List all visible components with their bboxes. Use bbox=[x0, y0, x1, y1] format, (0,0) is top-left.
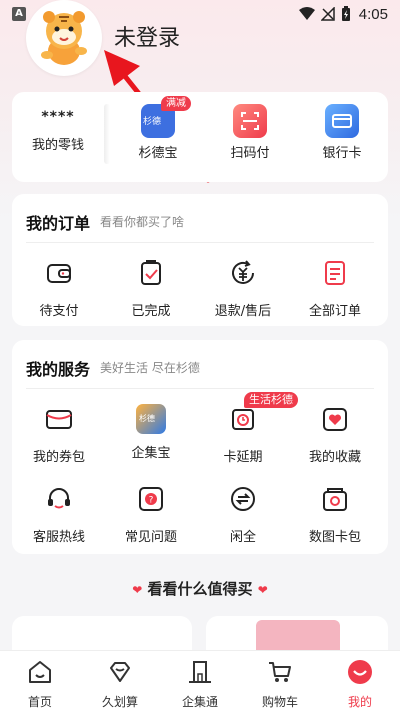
heart-left-icon: ❤ bbox=[132, 583, 143, 597]
document-list-icon bbox=[325, 261, 345, 285]
signal-off-icon bbox=[320, 7, 335, 21]
wallet-card: **** 我的零钱 杉德 满减 杉德宝 扫码付 银行卡 bbox=[12, 92, 388, 182]
tab-label: 久划算 bbox=[101, 695, 138, 709]
heart-right-icon: ❤ bbox=[257, 583, 268, 597]
tab-cart[interactable]: 购物车 bbox=[240, 651, 320, 710]
heart-icon bbox=[323, 408, 347, 431]
clock: 4:05 bbox=[358, 5, 388, 23]
order-item-label: 退款/售后 bbox=[214, 304, 272, 319]
refund-icon bbox=[232, 260, 254, 284]
divider bbox=[104, 104, 110, 164]
tab-qijitong[interactable]: 企集通 bbox=[160, 651, 240, 710]
wallet-item-label: 杉德宝 bbox=[138, 146, 178, 161]
order-item-label: 已完成 bbox=[131, 304, 171, 319]
clipboard-check-icon bbox=[141, 260, 161, 285]
wallet-item-bank-card[interactable]: 银行卡 bbox=[298, 104, 386, 161]
shandebao-icon-text: 杉德 bbox=[143, 117, 162, 127]
service-coupon[interactable]: 我的券包 bbox=[16, 404, 102, 465]
services-card: 我的服务 美好生活 尽在杉德 我的券包 杉德 企集宝 生活杉德 卡延期 我的收藏… bbox=[12, 340, 388, 554]
wallet-icon bbox=[47, 264, 71, 283]
wallet-item-label: 扫码付 bbox=[230, 146, 270, 161]
service-hotline[interactable]: 客服热线 bbox=[16, 484, 102, 545]
wifi-icon bbox=[298, 7, 315, 20]
card-wallet-icon bbox=[323, 488, 347, 511]
wallet-item-label: 我的零钱 bbox=[31, 138, 84, 153]
order-item-label: 全部订单 bbox=[308, 304, 361, 319]
bottom-tab-bar: 首页 久划算 企集通 购物车 我的 bbox=[0, 650, 400, 710]
notification-icon: A bbox=[12, 7, 26, 21]
wallet-item-scan-pay[interactable]: 扫码付 bbox=[206, 104, 294, 161]
service-item-label: 数图卡包 bbox=[308, 530, 361, 545]
order-completed[interactable]: 已完成 bbox=[108, 258, 194, 319]
diamond-icon bbox=[110, 662, 130, 682]
service-qijibao[interactable]: 杉德 企集宝 bbox=[108, 404, 194, 461]
service-item-label: 卡延期 bbox=[223, 450, 263, 465]
profile-icon bbox=[348, 660, 372, 684]
promo-badge: 生活杉德 bbox=[244, 392, 298, 408]
building-icon bbox=[189, 661, 211, 683]
service-card-wallet[interactable]: 数图卡包 bbox=[292, 484, 378, 545]
service-item-label: 常见问题 bbox=[124, 530, 177, 545]
service-item-label: 客服热线 bbox=[32, 530, 85, 545]
recommend-title: 看看什么值得买 bbox=[147, 580, 253, 598]
tab-label: 我的 bbox=[347, 695, 372, 709]
headset-icon bbox=[48, 488, 70, 509]
order-pending-payment[interactable]: 待支付 bbox=[16, 258, 102, 319]
tab-jiuhuasuan[interactable]: 久划算 bbox=[80, 651, 160, 710]
cart-icon bbox=[269, 662, 291, 682]
qijibao-icon: 杉德 bbox=[136, 404, 166, 434]
divider bbox=[26, 388, 374, 389]
faq-icon: ? bbox=[139, 487, 163, 511]
scan-icon bbox=[233, 104, 267, 138]
wallet-item-change[interactable]: **** 我的零钱 bbox=[14, 104, 102, 153]
service-item-label: 我的券包 bbox=[32, 450, 85, 465]
wallet-item-label: 银行卡 bbox=[322, 146, 362, 161]
balance-hidden: **** bbox=[41, 109, 75, 125]
promo-badge: 满减 bbox=[161, 96, 191, 111]
tab-label: 购物车 bbox=[261, 695, 298, 709]
card-extend-icon bbox=[232, 409, 254, 430]
order-all[interactable]: 全部订单 bbox=[292, 258, 378, 319]
wallet-item-shandebao[interactable]: 杉德 满减 杉德宝 bbox=[114, 96, 202, 161]
login-status-text[interactable]: 未登录 bbox=[114, 20, 180, 52]
battery-icon bbox=[341, 6, 350, 21]
order-item-label: 待支付 bbox=[39, 304, 79, 319]
service-item-label: 我的收藏 bbox=[308, 450, 361, 465]
tab-home[interactable]: 首页 bbox=[0, 651, 80, 710]
recommend-header: ❤ 看看什么值得买 ❤ bbox=[0, 578, 400, 599]
tab-label: 首页 bbox=[27, 695, 52, 709]
tab-mine[interactable]: 我的 bbox=[320, 651, 400, 710]
coupon-icon bbox=[46, 410, 72, 429]
profile-header[interactable] bbox=[26, 0, 102, 76]
exchange-icon bbox=[231, 487, 255, 511]
section-subtitle: 美好生活 尽在杉德 bbox=[100, 361, 200, 375]
service-favorites[interactable]: 我的收藏 bbox=[292, 404, 378, 465]
tab-label: 企集通 bbox=[181, 695, 218, 709]
service-card-extend[interactable]: 生活杉德 卡延期 bbox=[200, 392, 298, 465]
qijibao-icon-text: 杉德 bbox=[139, 414, 155, 423]
section-title: 我的订单 bbox=[26, 214, 91, 233]
avatar[interactable] bbox=[26, 0, 102, 76]
shandebao-icon: 杉德 满减 bbox=[141, 96, 191, 138]
order-refund[interactable]: 退款/售后 bbox=[200, 258, 286, 319]
tiger-mascot-icon bbox=[41, 11, 87, 65]
service-exchange[interactable]: 闲全 bbox=[200, 484, 286, 545]
service-item-label: 闲全 bbox=[229, 530, 256, 545]
svg-text:?: ? bbox=[149, 496, 154, 506]
service-item-label: 企集宝 bbox=[131, 446, 171, 461]
section-title: 我的服务 bbox=[26, 360, 91, 379]
bank-card-icon bbox=[325, 104, 359, 138]
orders-card: 我的订单 看看你都买了啥 待支付 已完成 退款/售后 全部订单 bbox=[12, 194, 388, 326]
section-subtitle: 看看你都买了啥 bbox=[100, 215, 185, 229]
service-faq[interactable]: ? 常见问题 bbox=[108, 484, 194, 545]
divider bbox=[26, 242, 374, 243]
home-icon bbox=[29, 661, 51, 683]
